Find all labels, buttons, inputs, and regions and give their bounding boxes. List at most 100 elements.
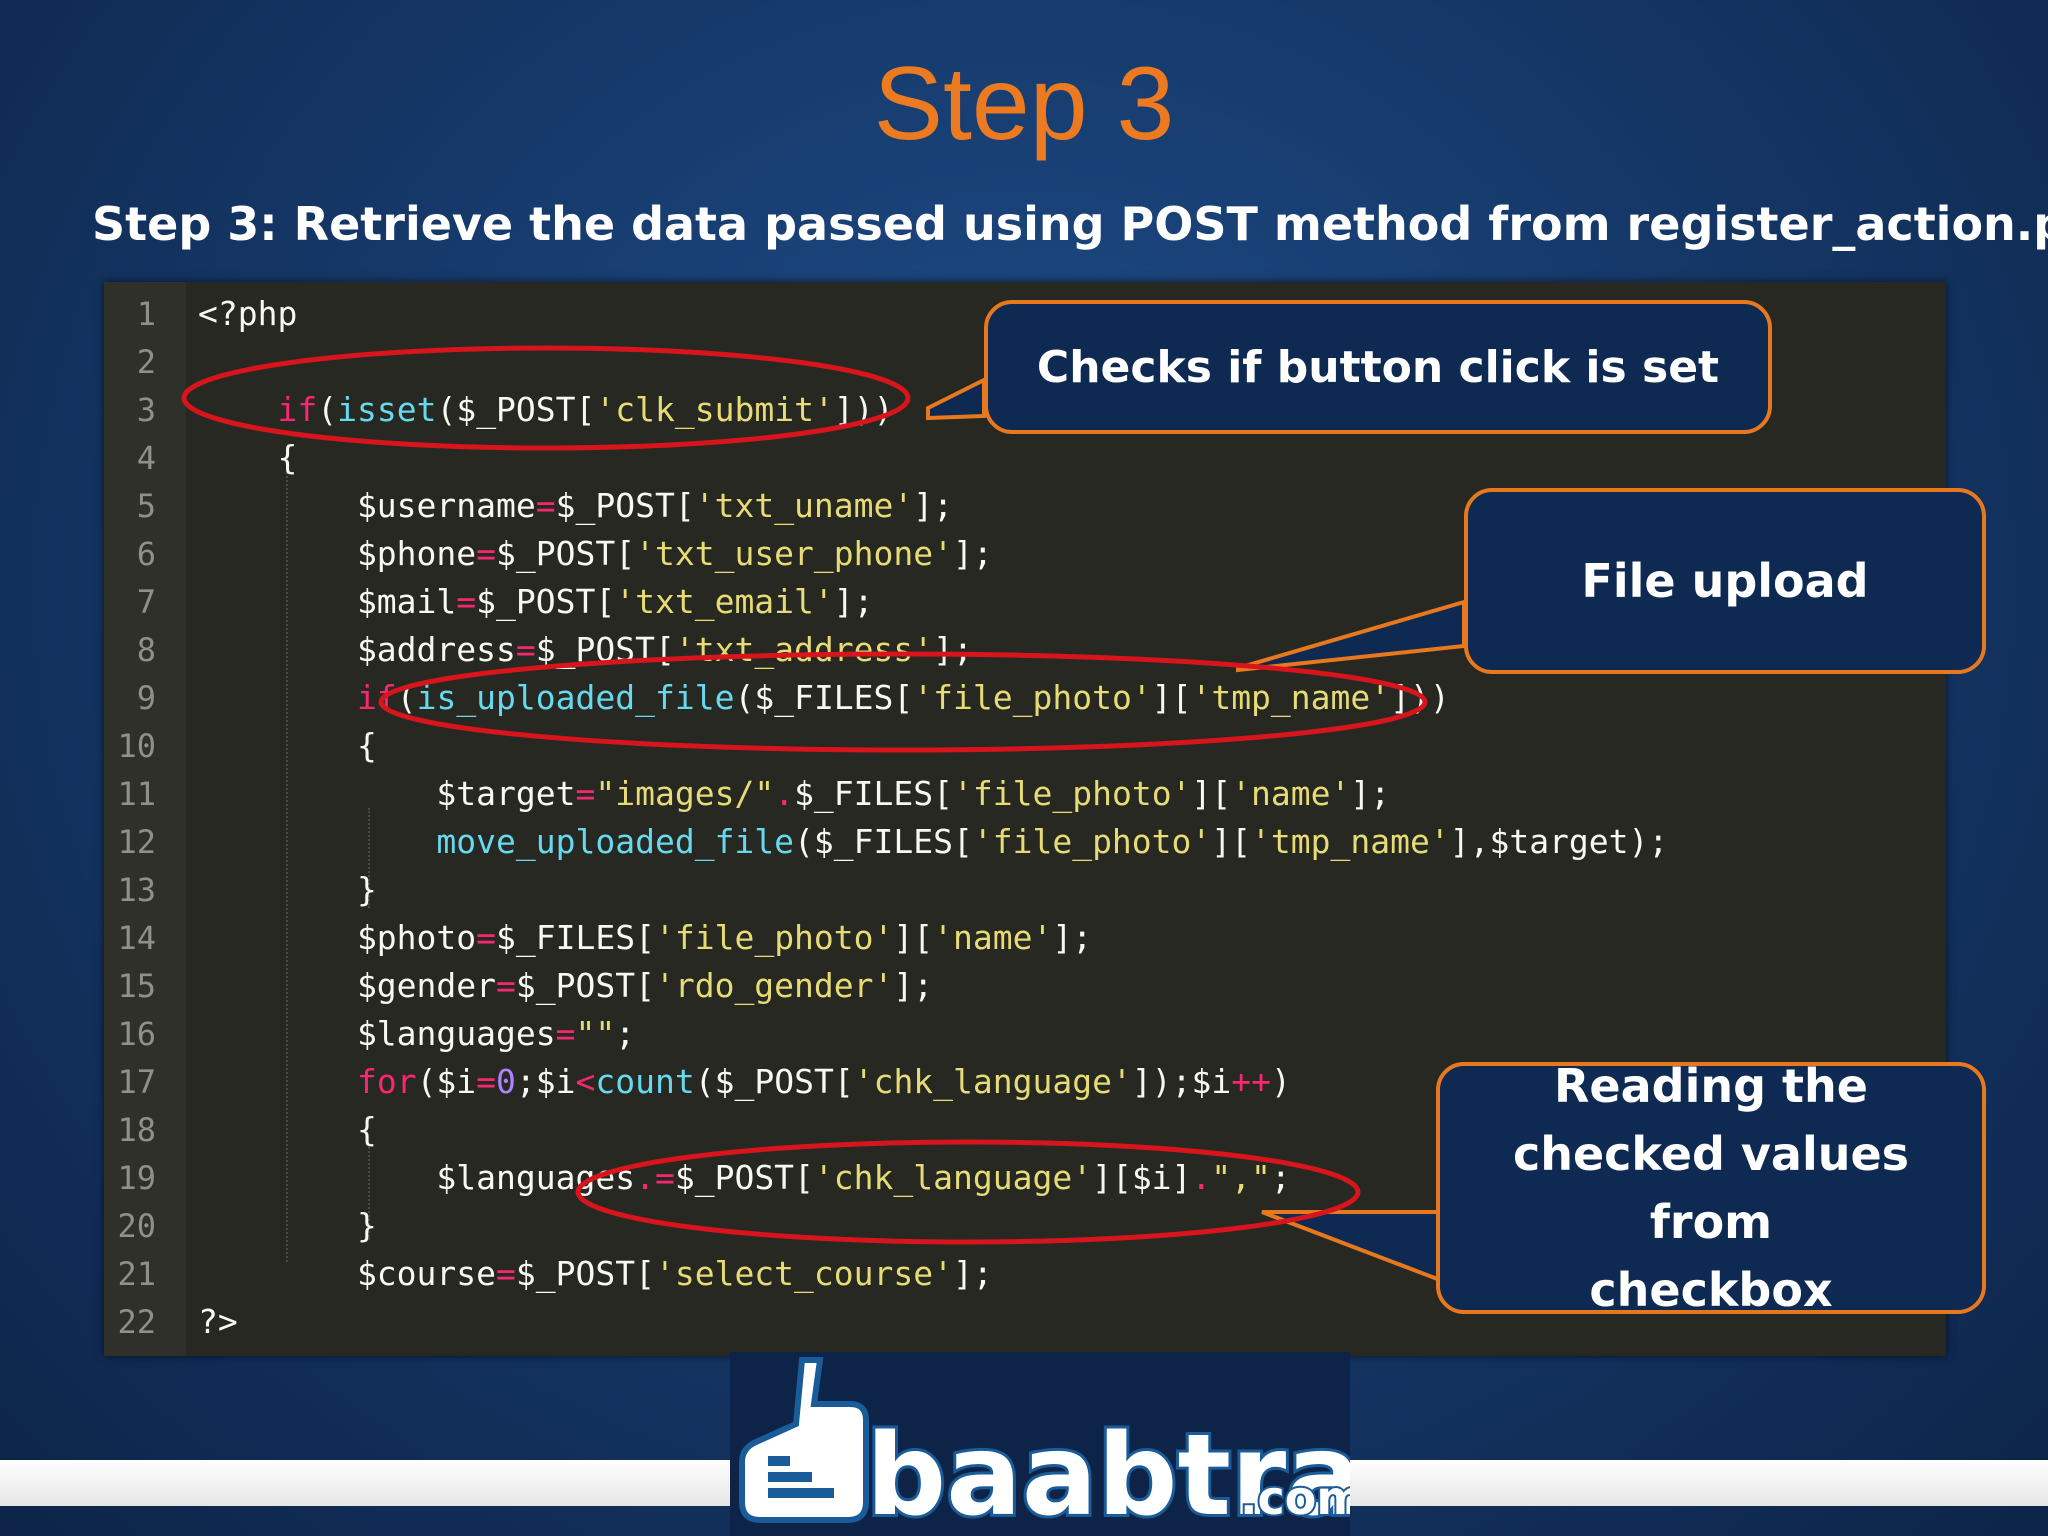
slide-title: Step 3: [873, 46, 1175, 162]
logo-stair-icon: [768, 1472, 812, 1482]
code-token: is_uploaded_file: [416, 678, 735, 717]
code-token: 'file_photo': [972, 822, 1212, 861]
logo-stair-icon: [768, 1488, 834, 1498]
code-line-21: $course=$_POST['select_course'];: [198, 1254, 993, 1293]
code-token: ++: [1231, 1062, 1271, 1101]
code-token: 'txt_address': [674, 630, 934, 669]
code-token: move_uploaded_file: [436, 822, 795, 861]
code-line-9: if(is_uploaded_file($_FILES['file_photo'…: [356, 678, 1450, 717]
code-token: ",": [1211, 1158, 1271, 1197]
callout-checkbox: Reading the checked values from checkbox: [1436, 1059, 1986, 1317]
code-token: 'chk_language': [813, 1158, 1093, 1197]
line-number: 3: [136, 391, 156, 429]
code-token: .: [774, 774, 795, 813]
code-token: 'txt_uname': [694, 486, 914, 525]
code-line-19: $languages.=$_POST['chk_language'][$i]."…: [198, 1158, 1291, 1197]
line-number: 5: [136, 487, 156, 525]
code-token: 'txt_email': [615, 582, 834, 621]
code-line-4: {: [198, 438, 298, 477]
line-number: 18: [117, 1111, 156, 1149]
code-token: 'file_photo': [913, 678, 1152, 717]
code-token: "": [575, 1014, 616, 1053]
line-number: 9: [136, 679, 156, 717]
code-line-6: $phone=$_POST['txt_user_phone'];: [198, 534, 993, 573]
code-token: .=: [635, 1158, 675, 1197]
line-number: 17: [117, 1063, 156, 1101]
code-token: =: [515, 630, 536, 669]
line-number-gutter: 1 2 3 4 5 6 7 8 9 10 11 12 13 14 15 16 1…: [104, 282, 186, 1356]
code-token: 'rdo_gender': [654, 966, 894, 1005]
code-token: 'name': [1231, 774, 1351, 813]
logo-stair-icon: [768, 1456, 790, 1466]
code-token: 'select_course': [654, 1254, 953, 1293]
callout-text: checkbox: [1589, 1263, 1833, 1317]
code-line-8: $address=$_POST['txt_address'];: [198, 630, 973, 669]
callout-text: Checks if button click is set: [1036, 341, 1720, 393]
line-number: 8: [136, 631, 156, 669]
code-line-11: $target="images/".$_FILES['file_photo'][…: [198, 774, 1391, 813]
line-number: 22: [117, 1303, 156, 1341]
code-line-18: {: [198, 1110, 377, 1149]
code-token: =: [496, 1254, 516, 1293]
code-token: count: [595, 1062, 695, 1101]
callout-button-click: Checks if button click is set: [984, 300, 1772, 434]
code-token: =: [476, 534, 497, 573]
code-line-16: $languages="";: [198, 1014, 636, 1053]
slide-subtitle: Step 3: Retrieve the data passed using P…: [92, 197, 2048, 251]
code-token: if: [356, 678, 397, 717]
code-token: 'file_photo': [953, 774, 1192, 813]
code-token: if: [277, 390, 318, 429]
line-number: 11: [117, 775, 156, 813]
code-token: .: [1191, 1158, 1212, 1197]
line-number: 1: [136, 295, 156, 333]
code-token: =: [575, 774, 596, 813]
line-number: 13: [117, 871, 156, 909]
line-number: 19: [117, 1159, 156, 1197]
baabtra-logo: baabtra .com: [730, 1352, 1350, 1536]
line-number: 7: [136, 583, 156, 621]
code-token: 'txt_user_phone': [635, 534, 953, 573]
code-line-22: ?>: [198, 1298, 238, 1346]
code-token: isset: [337, 390, 437, 429]
code-token: ?>: [198, 1302, 238, 1341]
logo-suffix: .com: [1240, 1471, 1350, 1525]
line-number: 16: [117, 1015, 156, 1053]
code-line-20: }: [198, 1206, 377, 1245]
code-token: =: [535, 486, 556, 525]
callout-text: checked values from: [1512, 1127, 1910, 1249]
code-line-12: move_uploaded_file($_FILES['file_photo']…: [436, 822, 1669, 861]
code-token: 'chk_language': [853, 1062, 1132, 1101]
code-token: <?php: [198, 294, 298, 333]
code-token: 'tmp_name': [1251, 822, 1450, 861]
callout-file-upload: File upload: [1464, 488, 1986, 674]
code-line-14: $photo=$_FILES['file_photo']['name'];: [198, 918, 1093, 957]
callout-text: File upload: [1581, 554, 1869, 608]
code-line-1: <?php: [198, 290, 297, 338]
code-token: =: [476, 918, 497, 957]
line-number: 14: [117, 919, 156, 957]
callout-text: Reading the: [1554, 1059, 1868, 1113]
code-line-7: $mail=$_POST['txt_email'];: [198, 582, 874, 621]
code-token: =: [555, 1014, 576, 1053]
code-line-13: }: [198, 870, 377, 909]
code-token: 'file_photo': [654, 918, 894, 957]
code-token: 'name': [933, 918, 1053, 957]
line-number: 6: [136, 535, 156, 573]
code-token: =: [476, 1062, 497, 1101]
code-line-17: for($i=0;$i<count($_POST['chk_language']…: [356, 1062, 1291, 1101]
code-line-10: {: [198, 726, 377, 765]
code-token: "images/": [595, 774, 775, 813]
code-line-15: $gender=$_POST['rdo_gender'];: [198, 966, 934, 1005]
code-token: for: [356, 1062, 417, 1101]
line-number: 10: [117, 727, 156, 765]
code-token: =: [496, 966, 516, 1005]
code-token: 'clk_submit': [595, 390, 834, 429]
code-line-3: if(isset($_POST['clk_submit'])): [277, 390, 894, 429]
code-token: =: [456, 582, 477, 621]
line-number: 20: [117, 1207, 156, 1245]
line-number: 12: [117, 823, 156, 861]
code-token: <: [575, 1062, 596, 1101]
code-token: 0: [496, 1062, 516, 1101]
code-line-5: $username=$_POST['txt_uname'];: [198, 486, 954, 525]
line-number: 21: [117, 1255, 156, 1293]
